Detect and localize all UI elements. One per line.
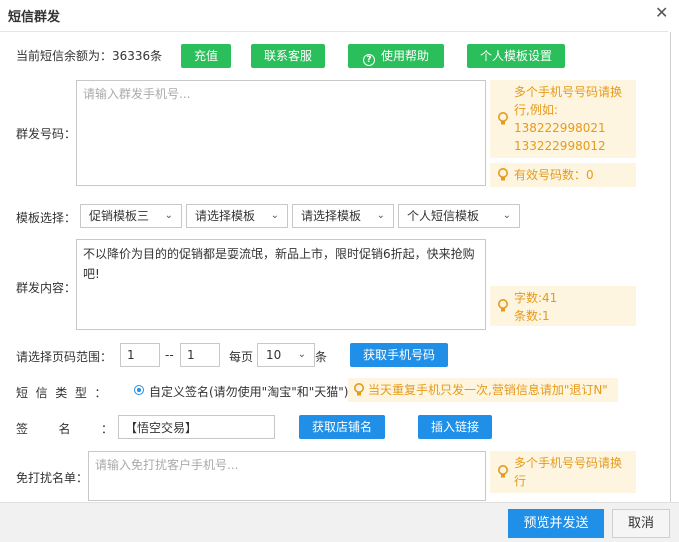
template-label: 模板选择： xyxy=(16,211,77,225)
content-label: 群发内容： xyxy=(16,281,77,295)
numbers-input[interactable] xyxy=(76,80,486,186)
help-circle-icon: ? xyxy=(362,54,375,66)
page-from-input[interactable] xyxy=(120,343,160,367)
lightbulb-icon xyxy=(498,299,508,312)
page-range-separator: -- xyxy=(165,348,174,362)
dnd-tip-line: 多个手机号号码请换 xyxy=(514,456,623,470)
sms-type-tip-text: 当天重复手机只发一次,营销信息请加"退订N" xyxy=(368,383,608,397)
balance-label: 当前短信余额为：36336条 xyxy=(16,49,163,63)
signature-label: 签 名 ： xyxy=(16,422,114,436)
template-select-3[interactable]: 请选择模板 ⌄ xyxy=(292,204,394,228)
numbers-tip-line: 133222998012 xyxy=(514,139,606,153)
per-page-value: 10 xyxy=(266,348,282,362)
fetch-shop-name-button[interactable]: 获取店铺名 xyxy=(299,415,385,439)
recharge-button[interactable]: 充值 xyxy=(181,44,231,68)
numbers-tip: 多个手机号号码请换 行,例如: 138222998021 13322299801… xyxy=(490,80,636,158)
custom-signature-radio[interactable] xyxy=(134,385,144,395)
dialog-title: 短信群发 xyxy=(8,10,61,25)
valid-count-tip: 有效号码数：0 xyxy=(490,163,636,187)
signature-input[interactable] xyxy=(118,415,275,439)
personal-template-select[interactable]: 个人短信模板 ⌄ xyxy=(398,204,520,228)
sms-type-label: 短 信 类 型 ： xyxy=(16,386,107,400)
content-count-tip: 字数:41 条数:1 xyxy=(490,286,636,326)
custom-signature-option[interactable]: 自定义签名(请勿使用"淘宝"和"天猫") xyxy=(149,383,348,400)
numbers-label: 群发号码： xyxy=(16,127,77,141)
content-input[interactable]: 不以降价为目的的促销都是耍流氓，新品上市，限时促销6折起，快来抢购吧! xyxy=(76,239,486,330)
lightbulb-icon xyxy=(354,383,364,396)
char-count-text: 字数:41 xyxy=(514,291,558,305)
dnd-label: 免打扰名单： xyxy=(16,471,89,485)
template-select-2[interactable]: 请选择模板 ⌄ xyxy=(186,204,288,228)
close-icon[interactable]: ✕ xyxy=(655,3,668,22)
cancel-button[interactable]: 取消 xyxy=(612,509,670,538)
dnd-tip-line: 行 xyxy=(514,474,527,488)
fetch-numbers-button[interactable]: 获取手机号码 xyxy=(350,343,448,367)
numbers-tip-line: 多个手机号号码请换 xyxy=(514,85,623,99)
sms-type-tip: 当天重复手机只发一次,营销信息请加"退订N" xyxy=(348,378,618,402)
template-select-value: 个人短信模板 xyxy=(407,209,480,223)
template-select-1[interactable]: 促销模板三 ⌄ xyxy=(80,204,182,228)
per-page-unit: 条 xyxy=(315,350,328,364)
chevron-down-icon: ⌄ xyxy=(502,210,511,221)
numbers-tip-line: 138222998021 xyxy=(514,121,606,135)
scrollbar-track[interactable] xyxy=(670,32,671,502)
per-page-label: 每页 xyxy=(229,350,254,364)
help-button[interactable]: ? 使用帮助 xyxy=(348,44,444,68)
chevron-down-icon: ⌄ xyxy=(270,210,279,221)
title-divider xyxy=(0,31,668,32)
chevron-down-icon: ⌄ xyxy=(164,210,173,221)
template-settings-button[interactable]: 个人模板设置 xyxy=(467,44,565,68)
lightbulb-icon xyxy=(498,112,508,125)
insert-link-button[interactable]: 插入链接 xyxy=(418,415,492,439)
msg-count-text: 条数:1 xyxy=(514,309,550,323)
dnd-tip: 多个手机号号码请换 行 xyxy=(490,451,636,493)
per-page-select[interactable]: 10 ⌄ xyxy=(257,343,315,367)
lightbulb-icon xyxy=(498,465,508,478)
template-select-value: 请选择模板 xyxy=(301,209,362,223)
template-select-value: 促销模板三 xyxy=(89,209,150,223)
preview-send-button[interactable]: 预览并发送 xyxy=(508,509,604,538)
radio-selected-dot xyxy=(137,388,141,392)
page-range-label: 请选择页码范围： xyxy=(16,350,113,364)
contact-support-button[interactable]: 联系客服 xyxy=(251,44,325,68)
dnd-input[interactable] xyxy=(88,451,486,501)
chevron-down-icon: ⌄ xyxy=(376,210,385,221)
page-to-input[interactable] xyxy=(180,343,220,367)
chevron-down-icon: ⌄ xyxy=(297,349,306,360)
valid-count-text: 有效号码数：0 xyxy=(514,168,594,182)
numbers-tip-line: 行,例如: xyxy=(514,103,558,117)
template-select-value: 请选择模板 xyxy=(195,209,256,223)
help-button-label: 使用帮助 xyxy=(380,49,429,63)
lightbulb-icon xyxy=(498,168,508,181)
